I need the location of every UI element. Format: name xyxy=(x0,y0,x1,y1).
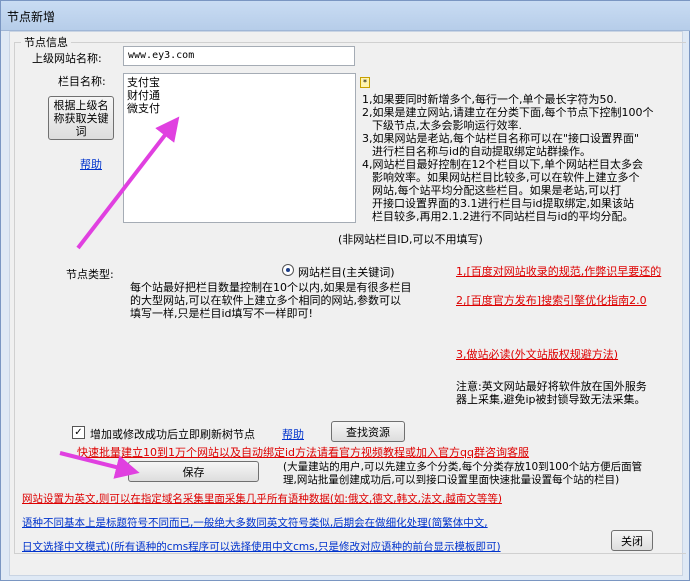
star-icon: * xyxy=(360,77,370,88)
description-line: 每个站最好把栏目数量控制在10个以内,如果是有很多栏目 xyxy=(130,281,412,294)
batch-site-tutorial-link[interactable]: 快速批量建立10到1万个网站以及自动绑定id方法请看官方视频教程或加入官方qq群… xyxy=(77,444,529,460)
parent-site-field[interactable]: www.ey3.com xyxy=(123,46,355,66)
tip-line: 开接口设置界面的3.1进行栏目与id提取绑定,如果该站 xyxy=(372,197,635,210)
title-bar[interactable]: 节点新增 xyxy=(1,1,690,31)
parent-site-label: 上级网站名称: xyxy=(32,52,102,65)
english-site-note: 注意:英文网站最好将软件放在国外服务 器上采集,避免ip被封锁导致无法采集。 xyxy=(456,380,647,406)
tip-line: 进行栏目名称与id的自动提取绑定站群操作。 xyxy=(372,145,592,158)
save-note-line: (大量建站的用户,可以先建立多个分类,每个分类存放10到100个站方便后面管 xyxy=(283,461,643,473)
node-type-label: 节点类型: xyxy=(66,268,114,281)
language-symbol-link[interactable]: 语种不同基本上是标题符号不同而已,一般绝大多数同英文符号类似,后期会在做细化处理… xyxy=(22,515,488,530)
column-id-note: (非网站栏目ID,可以不用填写) xyxy=(338,233,483,246)
column-name-line: 微支付 xyxy=(127,102,160,115)
tip-line: 影响效率。如果网站栏目比较多,可以在软件上建立多个 xyxy=(372,171,640,184)
window-title: 节点新增 xyxy=(7,10,56,24)
find-resource-label: 查找资源 xyxy=(346,425,390,439)
copyright-avoidance-link[interactable]: 3,做站必读(外文站版权规避方法) xyxy=(456,346,618,362)
column-tips: 1,如果要同时新增多个,每行一个,单个最长字符为50. 2,如果是建立网站,请建… xyxy=(362,93,687,223)
column-help-link[interactable]: 帮助 xyxy=(80,156,102,172)
save-button[interactable]: 保存 xyxy=(128,461,259,482)
english-language-link[interactable]: 网站设置为英文,则可以在指定域名采集里面采集几乎所有语种数据(如:俄文,德文,韩… xyxy=(22,491,502,506)
save-note-line: 理,网站批量创建成功后,可以到接口设置里面快速批量设置每个站的栏目) xyxy=(283,474,620,486)
node-type-description: 每个站最好把栏目数量控制在10个以内,如果是有很多栏目 的大型网站,可以在软件上… xyxy=(130,281,448,320)
column-name-line: 支付宝 xyxy=(127,76,160,89)
fetch-keywords-label: 根据上级名称获取关键词 xyxy=(53,98,109,138)
column-names-textarea[interactable]: 支付宝 财付通 微支付 xyxy=(123,73,356,223)
save-note: (大量建站的用户,可以先建立多个分类,每个分类存放10到100个站方便后面管 理… xyxy=(283,461,687,487)
baidu-seo-guide-link[interactable]: 2,[百度官方发布]搜索引擎优化指南2.0 xyxy=(456,292,647,308)
tip-line: 4,网站栏目最好控制在12个栏目以下,单个网站栏目太多会 xyxy=(362,158,643,171)
column-name-line: 财付通 xyxy=(127,89,160,102)
cms-template-link[interactable]: 日文选择中文模式)(所有语种的cms程序可以选择使用中文cms,只是修改对应语种… xyxy=(22,539,501,554)
close-button[interactable]: 关闭 xyxy=(611,530,653,551)
group-legend: 节点信息 xyxy=(21,34,71,50)
column-name-label: 栏目名称: xyxy=(58,75,106,88)
tip-line: 3,如果网站是老站,每个站栏目名称可以在"接口设置界面" xyxy=(362,132,640,145)
description-line: 的大型网站,可以在软件上建立多个相同的网站,参数可以 xyxy=(130,294,401,307)
node-type-radio[interactable] xyxy=(282,264,294,276)
tip-line: 1,如果要同时新增多个,每行一个,单个最长字符为50. xyxy=(362,93,617,106)
refresh-tree-checkbox[interactable]: ✓ xyxy=(72,426,85,439)
close-label: 关闭 xyxy=(621,534,643,548)
node-type-radio-label: 网站栏目(主关键词) xyxy=(298,266,395,279)
tip-line: 下级节点,太多会影响运行效率. xyxy=(372,119,522,132)
find-resource-button[interactable]: 查找资源 xyxy=(331,421,405,442)
description-line: 填写一样,只是栏目id填写不一样即可! xyxy=(130,307,313,320)
refresh-help-link[interactable]: 帮助 xyxy=(282,426,304,442)
note-line: 注意:英文网站最好将软件放在国外服务 xyxy=(456,380,647,393)
fetch-keywords-button[interactable]: 根据上级名称获取关键词 xyxy=(48,96,114,140)
refresh-tree-label: 增加或修改成功后立即刷新树节点 xyxy=(90,428,255,441)
save-label: 保存 xyxy=(182,465,205,479)
tip-line: 栏目较多,再用2.1.2进行不同站栏目与id的平均分配。 xyxy=(372,210,634,223)
parent-site-value: www.ey3.com xyxy=(128,50,195,61)
note-line: 器上采集,避免ip被封锁导致无法采集。 xyxy=(456,393,646,406)
tip-line: 2,如果是建立网站,请建立在分类下面,每个节点下控制100个 xyxy=(362,106,654,119)
baidu-indexing-link[interactable]: 1,[百度对网站收录的规范,作弊识早要还的 xyxy=(456,263,661,279)
tip-line: 网站,每个站平均分配这些栏目。如果是老站,可以打 xyxy=(372,184,621,197)
